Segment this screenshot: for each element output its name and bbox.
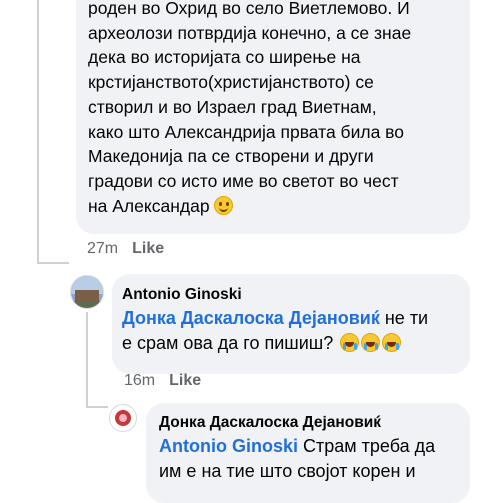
comment-text-segment: е срам ова да го пишиш? <box>122 333 334 353</box>
thread-line-reply <box>86 312 88 406</box>
comment-text-segment: им е на тие што својот корен и <box>159 461 416 481</box>
comment-bubble: Донка Даскалоска Дејановиќ Antonio Ginos… <box>146 403 470 503</box>
comment-line: Македонија па се створени и други <box>88 146 374 167</box>
face-with-tears-of-joy-icon <box>361 333 381 352</box>
thread-line-connector <box>37 262 69 264</box>
comment-line: како што Александрија првата била во <box>88 121 404 142</box>
comment-author[interactable]: Донка Даскалоска Дејановиќ <box>159 414 381 432</box>
face-with-tears-of-joy-icon <box>340 333 360 352</box>
comment-meta: 16m Like <box>124 372 201 390</box>
comment-text: роден во Охрид во село Виетлемово. И арх… <box>88 0 458 218</box>
comment-bubble: Antonio Ginoski Донка Даскалоска Дејанов… <box>112 274 470 374</box>
comment-line: дека во историјата со ширење на <box>88 47 361 68</box>
avatar[interactable] <box>109 404 137 432</box>
comment-text-segment: Страм треба да <box>298 436 436 456</box>
comment-line: крстијанството(христијанството) се <box>88 72 374 93</box>
avatar[interactable] <box>70 275 104 309</box>
like-button[interactable]: Like <box>169 372 201 389</box>
mention-link[interactable]: Донка Даскалоска Дејановиќ <box>122 308 380 328</box>
comment-line: роден во Охрид во село Виетлемово. И <box>88 0 410 18</box>
like-button[interactable]: Like <box>132 240 164 257</box>
comment-time[interactable]: 16m <box>124 372 155 389</box>
comment-line: археолози потврдија конечно, а се знае <box>88 22 412 43</box>
comment-line: на Александар <box>88 195 210 216</box>
face-with-tears-of-joy-icon <box>382 333 402 352</box>
comment-line: градови со исто име во светот во чест <box>88 170 399 191</box>
comment-line: створил и во Израел град Виетнам, <box>88 96 377 117</box>
thread-line-main <box>37 0 39 262</box>
comment-text: Донка Даскалоска Дејановиќ не ти е срам … <box>122 306 428 356</box>
comment-text: Antonio Ginoski Страм треба да им е на т… <box>159 434 435 484</box>
comment-bubble: роден во Охрид во село Виетлемово. И арх… <box>76 0 470 234</box>
comment-time[interactable]: 27m <box>87 240 118 257</box>
slightly-smiling-face-icon <box>213 195 233 215</box>
thread-line-reply-connector <box>86 406 108 408</box>
comment-text-segment: не ти <box>379 308 429 328</box>
comment-meta: 27m Like <box>87 240 164 258</box>
mention-link[interactable]: Antonio Ginoski <box>159 436 298 456</box>
comment-author[interactable]: Antonio Ginoski <box>122 286 242 304</box>
